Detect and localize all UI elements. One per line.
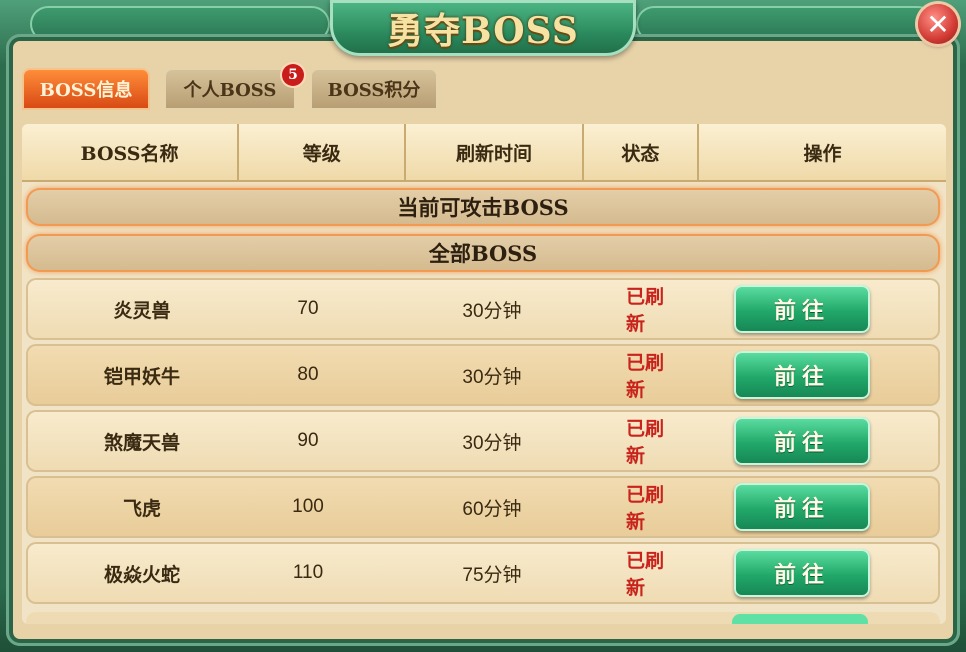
boss-refresh-time: 60分钟 bbox=[462, 498, 522, 520]
boss-level: 100 bbox=[292, 496, 324, 517]
boss-refresh-time: 30分钟 bbox=[462, 432, 522, 454]
boss-name: 煞魔天兽 bbox=[103, 431, 180, 454]
go-button[interactable]: 前往 bbox=[734, 417, 870, 465]
tab-bar: BOSS信息 个人BOSS 5 BOSS积分 bbox=[22, 64, 438, 110]
title-plate: 勇夺BOSS bbox=[330, 0, 636, 56]
tab-personal-boss[interactable]: 个人BOSS 5 bbox=[164, 64, 304, 110]
boss-name: 飞虎 bbox=[122, 497, 161, 520]
section-current-boss[interactable]: 当前可攻击BOSS bbox=[26, 188, 940, 226]
table-header: BOSS名称 等级 刷新时间 状态 操作 bbox=[22, 124, 946, 182]
boss-name: 铠甲妖牛 bbox=[103, 365, 180, 388]
go-button-partial[interactable] bbox=[732, 614, 868, 624]
boss-refresh-time: 30分钟 bbox=[462, 300, 522, 322]
action-cell: 前往 bbox=[664, 549, 940, 597]
table-row: 飞虎 100 60分钟 已刷新 前往 bbox=[26, 476, 940, 538]
go-button[interactable]: 前往 bbox=[734, 483, 870, 531]
action-cell: 前往 bbox=[664, 483, 940, 531]
tab-label: BOSS积分 bbox=[327, 80, 421, 101]
go-button[interactable]: 前往 bbox=[734, 549, 870, 597]
header-action: 操作 bbox=[803, 142, 842, 165]
action-cell: 前往 bbox=[664, 417, 940, 465]
table-row: 炎灵兽 70 30分钟 已刷新 前往 bbox=[26, 278, 940, 340]
action-cell: 前往 bbox=[664, 351, 940, 399]
boss-status: 已刷新 bbox=[626, 286, 665, 335]
boss-refresh-time: 75分钟 bbox=[462, 564, 522, 586]
boss-status: 已刷新 bbox=[626, 352, 665, 401]
boss-status: 已刷新 bbox=[626, 484, 665, 533]
section-all-boss[interactable]: 全部BOSS bbox=[26, 234, 940, 272]
boss-status: 已刷新 bbox=[626, 418, 665, 467]
boss-status: 已刷新 bbox=[626, 550, 665, 599]
table-row: 煞魔天兽 90 30分钟 已刷新 前往 bbox=[26, 410, 940, 472]
table-row: 极焱火蛇 110 75分钟 已刷新 前往 bbox=[26, 542, 940, 604]
boss-name: 炎灵兽 bbox=[113, 299, 171, 322]
header-refresh-time: 刷新时间 bbox=[406, 124, 584, 180]
tab-label: BOSS信息 bbox=[39, 80, 133, 101]
boss-refresh-time: 30分钟 bbox=[462, 366, 522, 388]
boss-level: 90 bbox=[297, 430, 319, 451]
header-level: 等级 bbox=[239, 124, 407, 180]
boss-level: 80 bbox=[297, 364, 319, 385]
window-title: 勇夺BOSS bbox=[387, 10, 579, 52]
tab-label: 个人BOSS bbox=[183, 80, 277, 101]
boss-name: 极焱火蛇 bbox=[103, 563, 180, 586]
tab-boss-info[interactable]: BOSS信息 bbox=[22, 68, 150, 110]
tab-boss-points[interactable]: BOSS积分 bbox=[310, 68, 438, 110]
boss-level: 110 bbox=[292, 562, 324, 583]
close-button[interactable]: ✕ bbox=[918, 4, 958, 44]
notification-badge: 5 bbox=[282, 64, 304, 86]
table-row: 铠甲妖牛 80 30分钟 已刷新 前往 bbox=[26, 344, 940, 406]
boss-level: 70 bbox=[297, 298, 319, 319]
header-status: 状态 bbox=[584, 124, 700, 180]
go-button[interactable]: 前往 bbox=[734, 285, 870, 333]
boss-table: BOSS名称 等级 刷新时间 状态 操作 当前可攻击BOSS 全部BOSS 炎灵… bbox=[22, 124, 946, 624]
close-icon: ✕ bbox=[926, 8, 950, 40]
header-boss-name: BOSS名称 bbox=[22, 124, 240, 180]
action-cell: 前往 bbox=[664, 285, 940, 333]
go-button[interactable]: 前往 bbox=[734, 351, 870, 399]
